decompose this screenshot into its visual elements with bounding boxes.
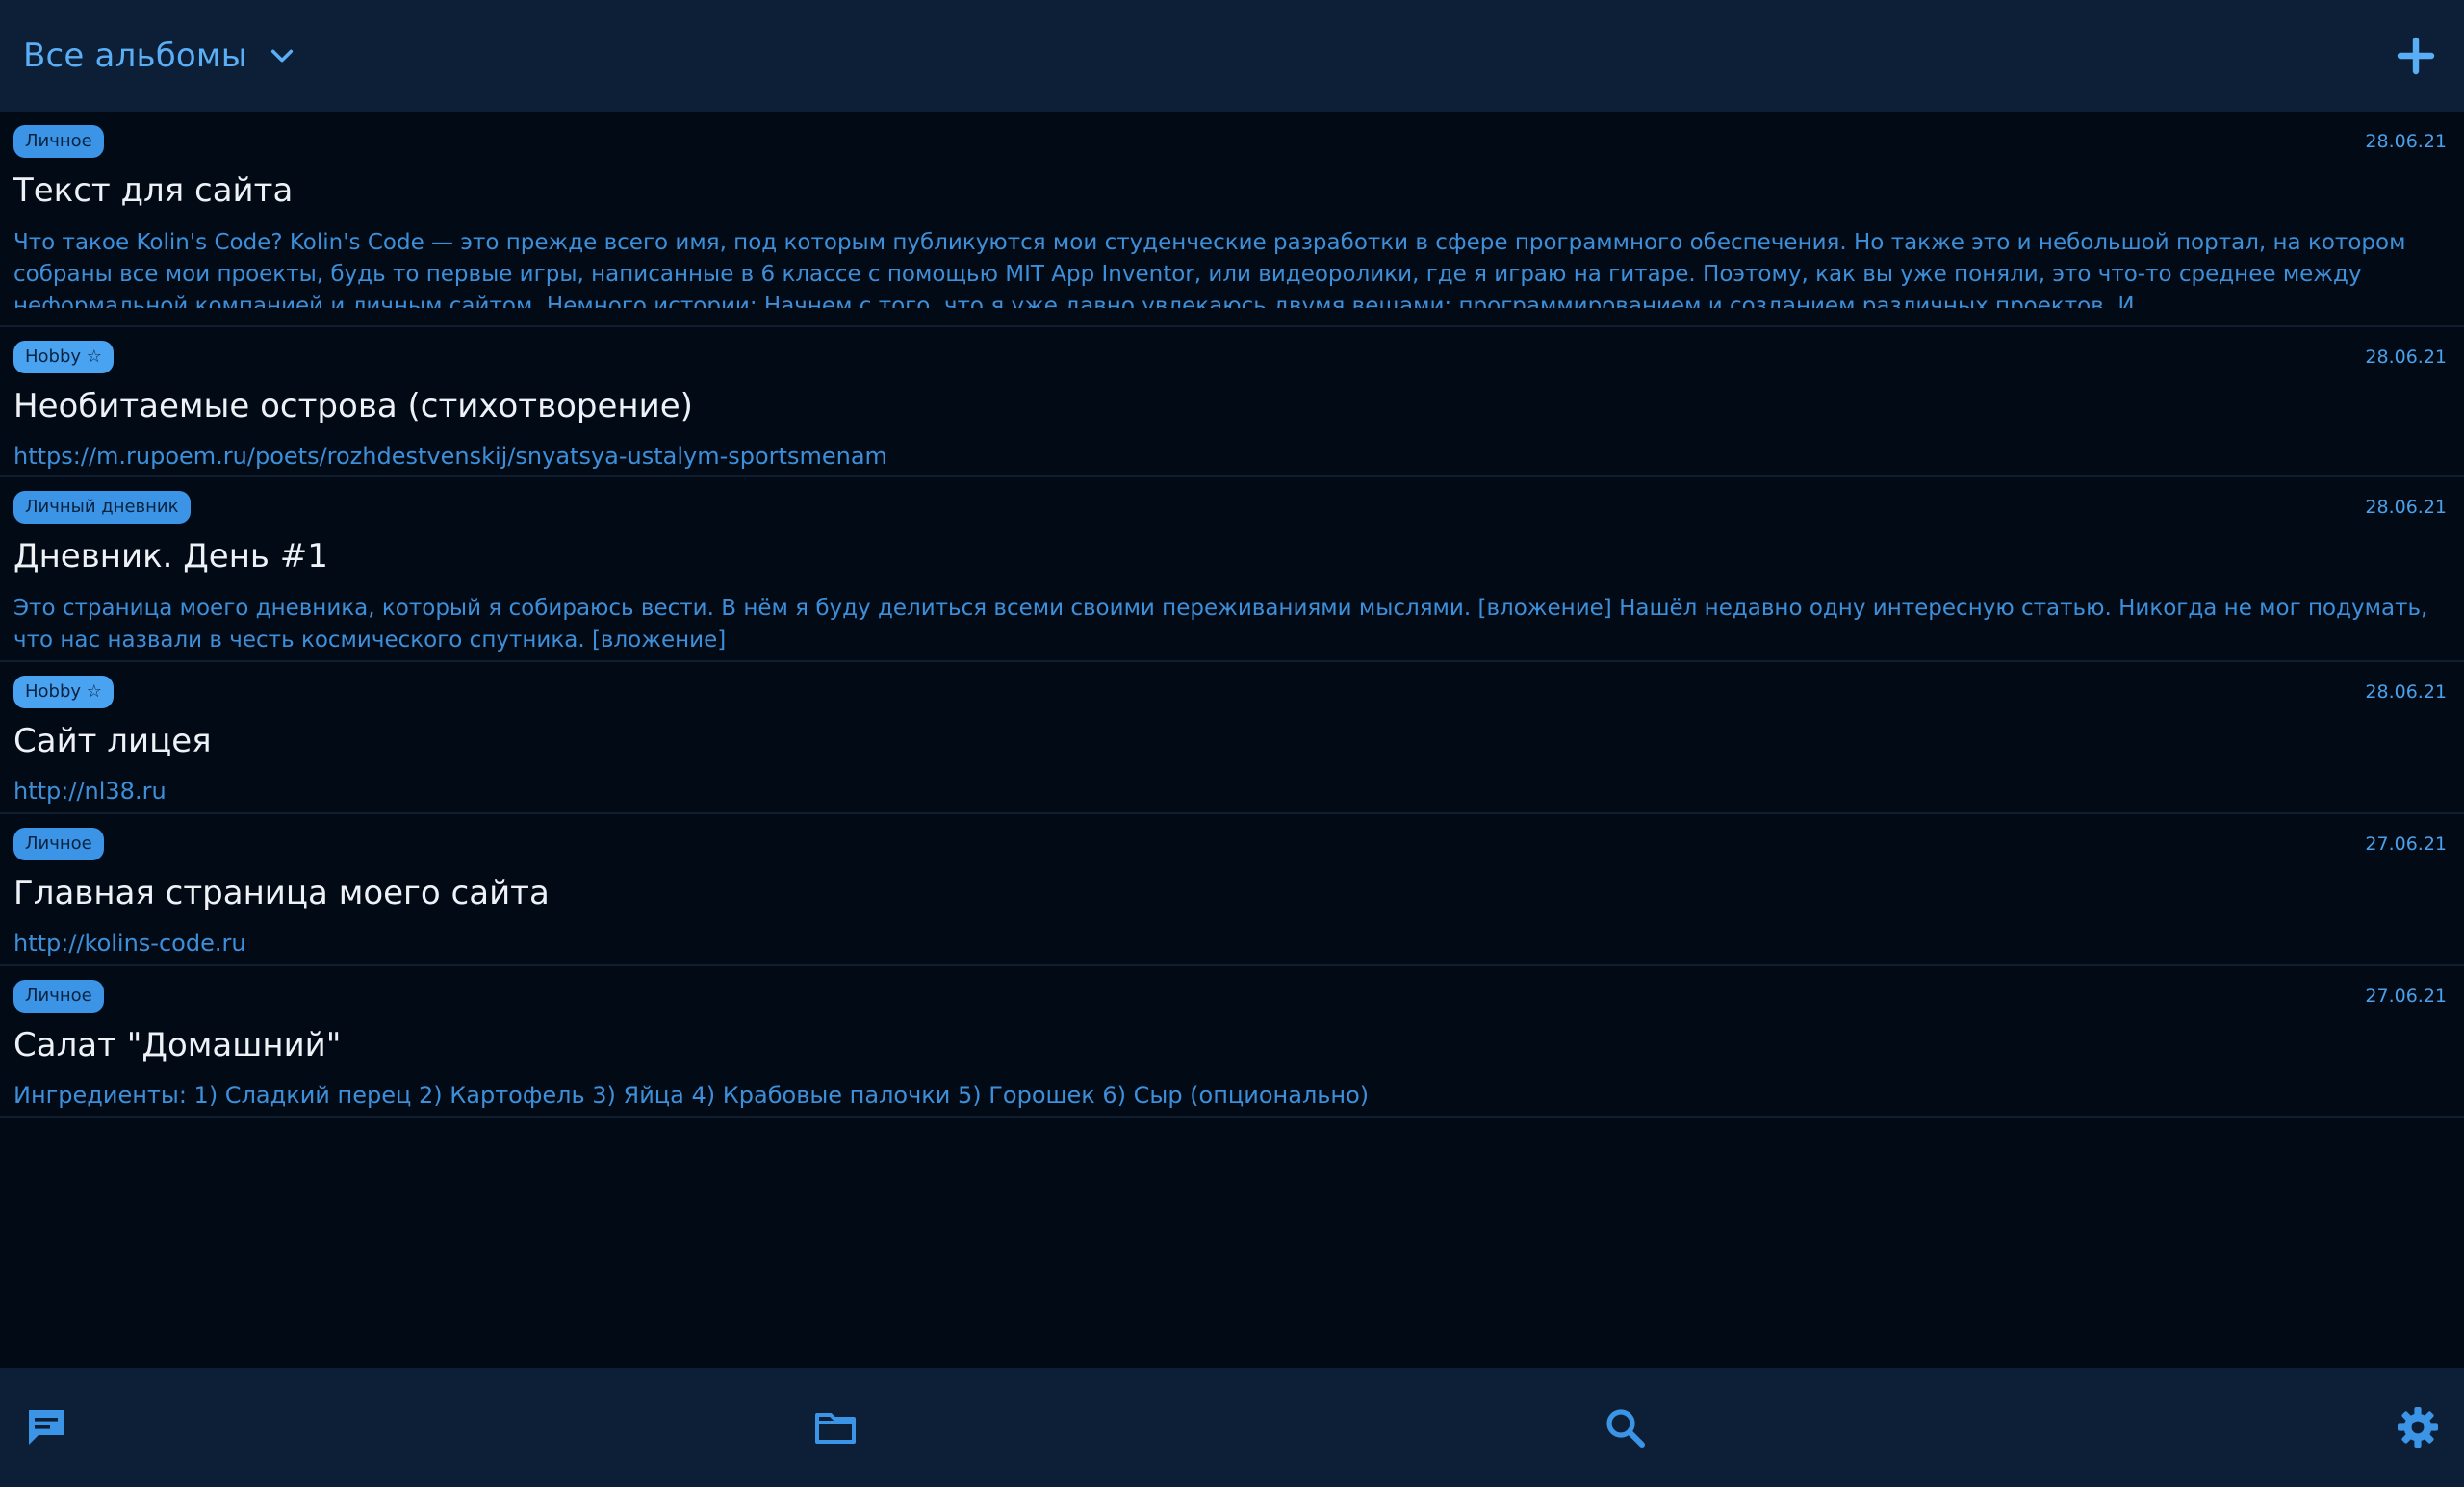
album-selector-label: Все альбомы [23, 37, 247, 75]
note-date: 27.06.21 [2365, 833, 2447, 855]
note-title: Текст для сайта [13, 171, 294, 210]
note-tag: Личный дневник [13, 491, 191, 524]
note-date: 27.06.21 [2365, 986, 2447, 1007]
note-date: 28.06.21 [2365, 131, 2447, 152]
note-tag: Личное [13, 828, 104, 860]
note-title: Главная страница моего сайта [13, 874, 550, 912]
chevron-down-icon [270, 49, 293, 63]
note-title: Салат "Домашний" [13, 1026, 342, 1064]
note-tag: Hobby ☆ [13, 341, 114, 373]
note-date: 28.06.21 [2365, 497, 2447, 518]
app: Все альбомы Личное 28.06.21 Текст для са… [0, 0, 2464, 1487]
note-item[interactable]: Личный дневник 28.06.21 Дневник. День #1… [0, 477, 2464, 662]
note-title: Сайт лицея [13, 722, 212, 760]
note-preview: http://nl38.ru [13, 778, 167, 805]
note-item[interactable]: Hobby ☆ 28.06.21 Необитаемые острова (ст… [0, 327, 2464, 477]
album-selector[interactable]: Все альбомы [23, 37, 295, 75]
note-item[interactable]: Личное 27.06.21 Главная страница моего с… [0, 814, 2464, 966]
note-preview: Ингредиенты: 1) Сладкий перец 2) Картофе… [13, 1082, 1370, 1109]
note-item[interactable]: Личное 27.06.21 Салат "Домашний" Ингреди… [0, 966, 2464, 1118]
note-preview: Что такое Kolin's Code? Kolin's Code — э… [13, 230, 2406, 308]
note-tag: Личное [13, 980, 104, 1013]
note-title: Необитаемые острова (стихотворение) [13, 387, 693, 425]
note-preview: https://m.rupoem.ru/poets/rozhdestvenski… [13, 443, 887, 470]
notes-icon[interactable] [23, 1404, 69, 1450]
note-date: 28.06.21 [2365, 346, 2447, 368]
note-item[interactable]: Личное 28.06.21 Текст для сайта Что тако… [0, 112, 2464, 327]
search-icon[interactable] [1602, 1404, 1648, 1450]
note-title: Дневник. День #1 [13, 537, 328, 576]
bottom-nav [0, 1368, 2464, 1487]
note-item[interactable]: Hobby ☆ 28.06.21 Сайт лицея http://nl38.… [0, 662, 2464, 814]
note-date: 28.06.21 [2365, 681, 2447, 703]
notes-list: Личное 28.06.21 Текст для сайта Что тако… [0, 112, 2464, 1118]
note-preview: Это страница моего дневника, который я с… [13, 596, 2428, 653]
gear-icon[interactable] [2395, 1404, 2441, 1450]
note-preview: http://kolins-code.ru [13, 930, 246, 957]
folder-icon[interactable] [812, 1404, 859, 1450]
top-bar: Все альбомы [0, 0, 2464, 112]
plus-icon[interactable] [2393, 33, 2439, 79]
note-tag: Hobby ☆ [13, 676, 114, 708]
note-tag: Личное [13, 125, 104, 158]
